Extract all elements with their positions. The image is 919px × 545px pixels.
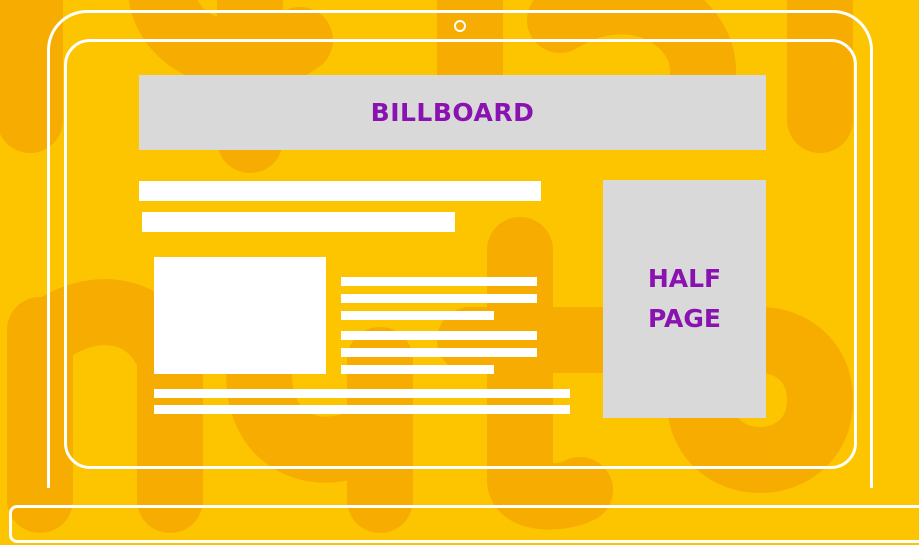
text-line: [341, 311, 494, 320]
text-line: [154, 405, 570, 414]
billboard-label: BILLBOARD: [370, 98, 535, 127]
text-line: [154, 389, 570, 398]
half-page-label-line-1: HALF: [647, 264, 722, 293]
laptop-base: [9, 505, 919, 543]
headline-line: [139, 181, 541, 201]
half-page-label-line-2: PAGE: [648, 304, 721, 333]
text-line: [341, 365, 494, 374]
subheadline-line: [142, 212, 455, 232]
text-line: [341, 331, 537, 340]
article-image-placeholder: [154, 257, 326, 374]
billboard-ad-slot: BILLBOARD: [139, 75, 766, 150]
text-line: [341, 294, 537, 303]
text-line: [341, 348, 537, 357]
webcam-icon: [454, 20, 466, 32]
text-line: [341, 277, 537, 286]
half-page-ad-slot: HALF PAGE: [603, 180, 766, 418]
